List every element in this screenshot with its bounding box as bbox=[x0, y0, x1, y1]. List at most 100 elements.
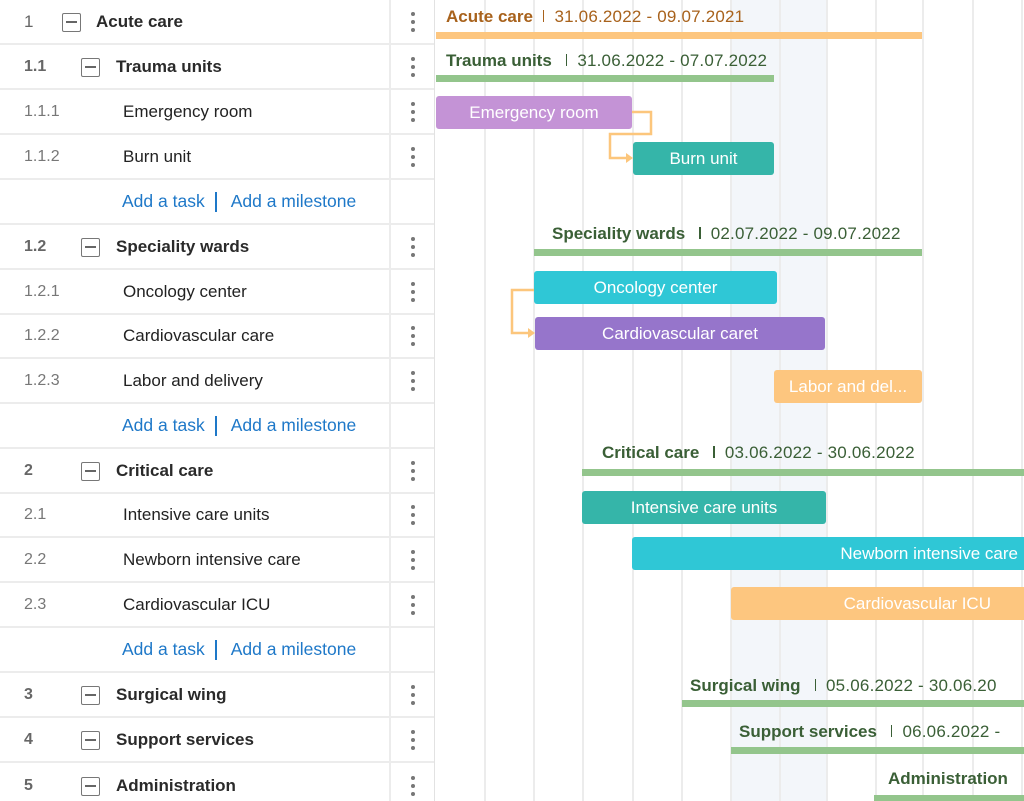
more-vertical-icon[interactable] bbox=[410, 684, 415, 705]
more-vertical-icon[interactable] bbox=[410, 775, 415, 796]
row-number: 1.2.1 bbox=[24, 282, 60, 300]
collapse-icon[interactable] bbox=[81, 57, 100, 77]
more-vertical-icon[interactable] bbox=[410, 594, 415, 615]
add-task-link[interactable]: Add a task bbox=[122, 191, 205, 212]
day-gridline bbox=[632, 0, 634, 801]
grid-row-emergency-room[interactable]: 1.1.1 Emergency room bbox=[0, 90, 434, 135]
grid-row-support-services[interactable]: 4 Support services bbox=[0, 718, 434, 763]
row-menu-cell bbox=[389, 45, 434, 88]
row-menu-cell bbox=[389, 763, 434, 801]
grid-row-critical-care[interactable]: 2 Critical care bbox=[0, 449, 434, 494]
row-menu-cell bbox=[389, 538, 434, 581]
more-vertical-icon[interactable] bbox=[410, 460, 415, 481]
summary-title: Critical care bbox=[602, 443, 700, 462]
row-name: Emergency room bbox=[123, 101, 253, 121]
collapse-icon[interactable] bbox=[81, 776, 100, 796]
label-separator bbox=[890, 725, 893, 737]
collapse-icon[interactable] bbox=[62, 12, 81, 32]
row-name: Critical care bbox=[116, 460, 214, 480]
more-vertical-icon[interactable] bbox=[410, 370, 415, 391]
label-separator bbox=[699, 227, 701, 239]
row-number: 1 bbox=[24, 11, 34, 31]
more-vertical-icon[interactable] bbox=[410, 56, 415, 77]
task-bar-labor-and-delivery[interactable]: Labor and del... bbox=[774, 370, 922, 403]
more-vertical-icon[interactable] bbox=[410, 146, 415, 167]
collapse-icon[interactable] bbox=[81, 461, 100, 481]
summary-title: Support services bbox=[739, 722, 877, 741]
row-menu-cell bbox=[389, 404, 434, 447]
more-vertical-icon[interactable] bbox=[410, 729, 415, 750]
task-bar-cardiovascular-care[interactable]: Cardiovascular caret bbox=[535, 317, 825, 350]
summary-title: Administration bbox=[888, 769, 1008, 788]
grid-row-cardiovascular-care[interactable]: 1.2.2 Cardiovascular care bbox=[0, 315, 434, 359]
more-vertical-icon[interactable] bbox=[410, 326, 415, 346]
collapse-icon[interactable] bbox=[81, 685, 100, 705]
summary-bar-acute-care[interactable] bbox=[436, 32, 922, 39]
grid-row-cardiovascular-icu[interactable]: 2.3 Cardiovascular ICU bbox=[0, 583, 434, 628]
add-milestone-link[interactable]: Add a milestone bbox=[231, 415, 357, 436]
summary-bar-speciality-wards[interactable] bbox=[534, 249, 922, 256]
grid-row-burn-unit[interactable]: 1.1.2 Burn unit bbox=[0, 135, 434, 180]
summary-bar-administration[interactable] bbox=[874, 795, 1024, 801]
link-separator bbox=[214, 639, 217, 660]
more-vertical-icon[interactable] bbox=[410, 281, 415, 302]
row-menu-cell bbox=[389, 718, 434, 761]
grid-row-speciality-wards[interactable]: 1.2 Speciality wards bbox=[0, 225, 434, 270]
label-separator bbox=[542, 10, 545, 22]
more-vertical-icon[interactable] bbox=[410, 505, 415, 525]
row-number: 1.1 bbox=[24, 57, 47, 75]
grid-row-surgical-wing[interactable]: 3 Surgical wing bbox=[0, 673, 434, 718]
task-grid: 1 Acute care 1.1 Trauma units 1.1.1 Emer… bbox=[0, 0, 435, 801]
grid-row-add-speciality: Add a task Add a milestone bbox=[0, 404, 434, 449]
row-name: Support services bbox=[116, 729, 254, 749]
grid-row-newborn-intensive-care[interactable]: 2.2 Newborn intensive care bbox=[0, 538, 434, 583]
summary-dates: 31.06.2022 - 07.07.2022 bbox=[577, 51, 768, 70]
grid-row-trauma-units[interactable]: 1.1 Trauma units bbox=[0, 45, 434, 90]
collapse-icon[interactable] bbox=[81, 730, 100, 750]
summary-dates: 06.06.2022 - bbox=[902, 722, 1001, 741]
more-vertical-icon[interactable] bbox=[410, 101, 415, 122]
summary-dates: 31.06.2022 - 09.07.2021 bbox=[554, 7, 745, 26]
summary-label-speciality-wards: Speciality wards 02.07.2022 - 09.07.2022 bbox=[552, 224, 901, 244]
row-number: 2.2 bbox=[24, 550, 47, 568]
row-menu-cell bbox=[389, 0, 434, 43]
add-task-link[interactable]: Add a task bbox=[122, 415, 205, 436]
summary-bar-support-services[interactable] bbox=[731, 747, 1024, 754]
task-bar-intensive-care-units[interactable]: Intensive care units bbox=[582, 491, 826, 524]
row-name: Oncology center bbox=[123, 281, 247, 301]
more-vertical-icon[interactable] bbox=[410, 236, 415, 257]
more-vertical-icon[interactable] bbox=[410, 549, 415, 570]
collapse-icon[interactable] bbox=[81, 237, 100, 257]
grid-row-add-trauma: Add a task Add a milestone bbox=[0, 180, 434, 225]
summary-bar-trauma-units[interactable] bbox=[436, 75, 774, 82]
row-name: Trauma units bbox=[116, 56, 222, 76]
grid-row-labor-and-delivery[interactable]: 1.2.3 Labor and delivery bbox=[0, 359, 434, 404]
row-name: Intensive care units bbox=[123, 505, 270, 524]
row-number: 1.1.1 bbox=[24, 102, 60, 120]
grid-row-intensive-care-units[interactable]: 2.1 Intensive care units bbox=[0, 494, 434, 538]
more-vertical-icon[interactable] bbox=[410, 11, 415, 32]
task-bar-newborn-intensive-care[interactable]: Newborn intensive care bbox=[632, 537, 1024, 570]
row-name: Burn unit bbox=[123, 146, 192, 166]
row-number: 2.1 bbox=[24, 506, 47, 523]
summary-title: Speciality wards bbox=[552, 224, 686, 243]
task-bar-burn-unit[interactable]: Burn unit bbox=[633, 142, 774, 175]
grid-row-acute-care[interactable]: 1 Acute care bbox=[0, 0, 434, 45]
add-milestone-link[interactable]: Add a milestone bbox=[231, 639, 357, 660]
row-menu-cell bbox=[389, 180, 434, 223]
task-bar-oncology-center[interactable]: Oncology center bbox=[534, 271, 777, 304]
task-bar-emergency-room[interactable]: Emergency room bbox=[436, 96, 632, 129]
add-task-link[interactable]: Add a task bbox=[122, 639, 205, 660]
summary-bar-surgical-wing[interactable] bbox=[682, 700, 1024, 707]
row-number: 2.3 bbox=[24, 595, 47, 613]
grid-row-oncology-center[interactable]: 1.2.1 Oncology center bbox=[0, 270, 434, 315]
grid-row-administration[interactable]: 5 Administration bbox=[0, 763, 434, 801]
summary-label-administration: Administration bbox=[888, 769, 1008, 789]
dependency-link-oncology-to-cardio bbox=[510, 288, 534, 335]
add-milestone-link[interactable]: Add a milestone bbox=[231, 191, 357, 212]
row-menu-cell bbox=[389, 449, 434, 492]
row-name: Labor and delivery bbox=[123, 370, 263, 390]
task-bar-cardiovascular-icu[interactable]: Cardiovascular ICU bbox=[731, 587, 1024, 620]
link-separator bbox=[214, 415, 217, 436]
summary-bar-critical-care[interactable] bbox=[582, 469, 1024, 476]
